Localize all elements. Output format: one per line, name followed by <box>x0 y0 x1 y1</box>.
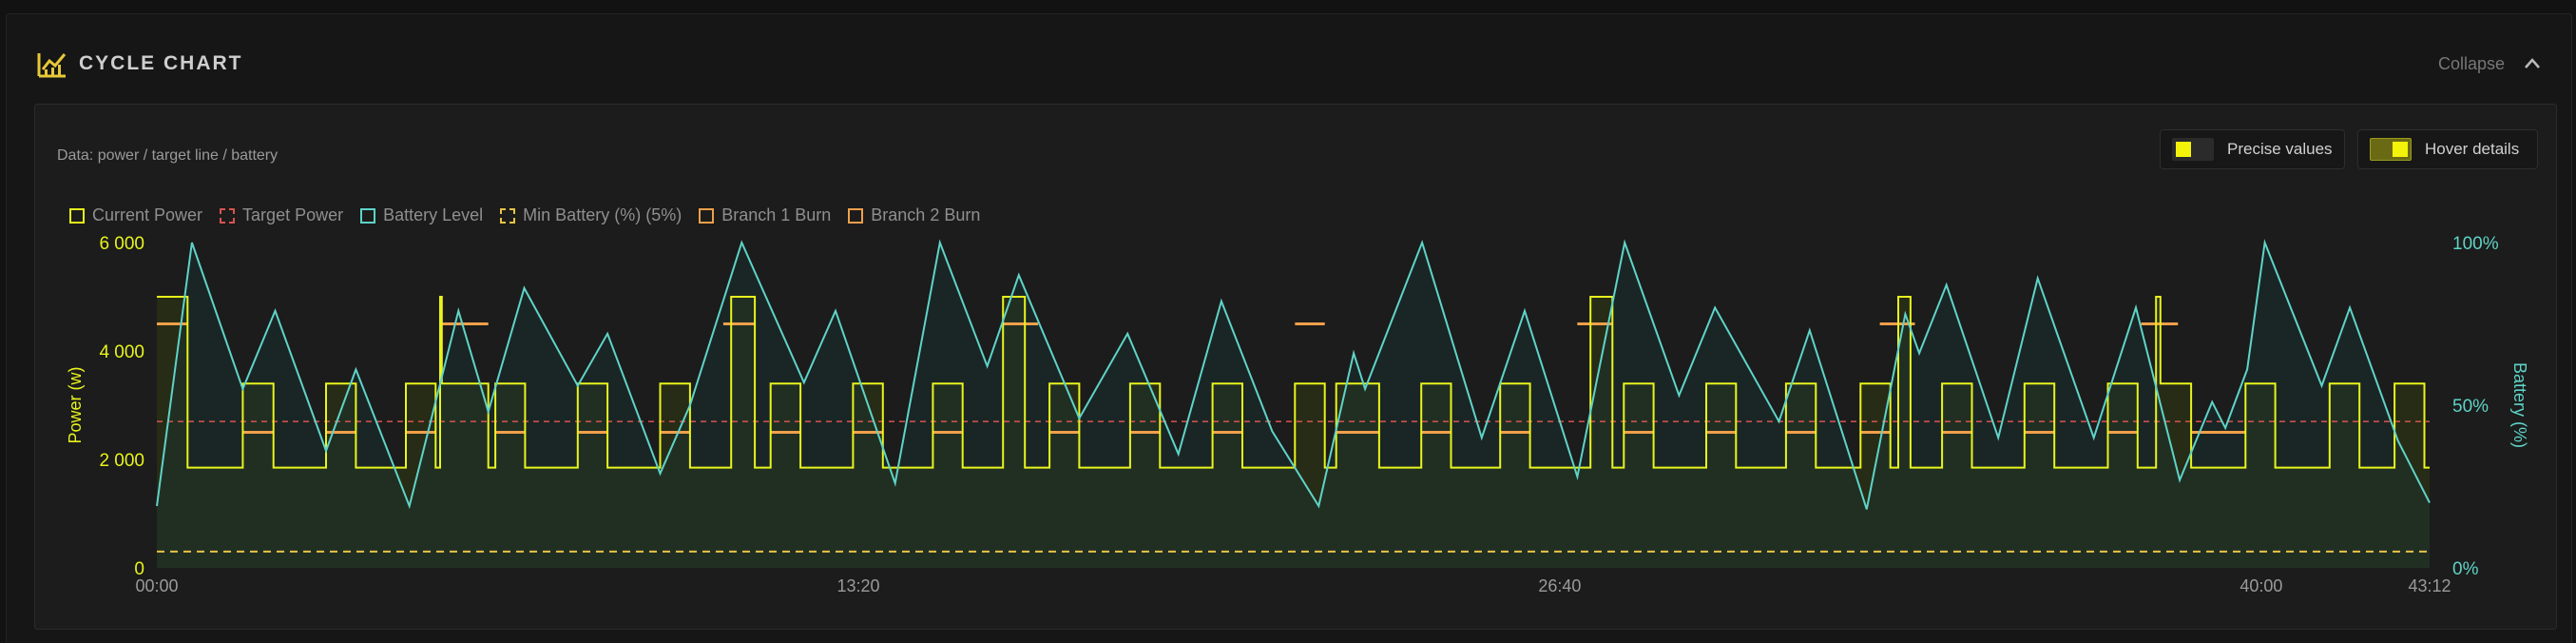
y-right-tick-label: 0% <box>2452 559 2479 579</box>
collapse-label: Collapse <box>2437 53 2505 73</box>
x-tick-label: 26:40 <box>1538 576 1581 595</box>
x-tick-label: 43:12 <box>2408 576 2451 595</box>
chart-card: Data: power / target line / battery Prec… <box>34 104 2557 630</box>
cycle-chart-section: CYCLE CHART Collapse Data: power / targe… <box>6 13 2572 643</box>
y-right-tick-label: 50% <box>2452 397 2489 417</box>
x-tick-label: 00:00 <box>135 576 178 595</box>
chart-line-icon <box>37 53 67 78</box>
y-left-tick-label: 6 000 <box>99 234 144 254</box>
section-header: CYCLE CHART Collapse <box>7 14 2571 109</box>
y-left-axis-label: Power (w) <box>66 366 85 443</box>
x-tick-label: 13:20 <box>836 576 879 595</box>
x-tick-label: 40:00 <box>2240 576 2282 595</box>
y-right-tick-label: 100% <box>2452 234 2499 254</box>
y-right-axis-label: Battery (%) <box>2510 362 2529 448</box>
y-left-tick-label: 4 000 <box>99 342 144 362</box>
cycle-chart-plot[interactable]: 02 0004 0006 0000%50%100%00:00 13:20 26:40… <box>35 105 2556 629</box>
battery-level-area <box>157 243 2430 568</box>
y-left-tick-label: 2 000 <box>99 451 144 471</box>
chevron-up-icon <box>2525 58 2540 68</box>
section-title: CYCLE CHART <box>79 52 243 74</box>
collapse-button[interactable]: Collapse <box>2438 49 2543 79</box>
